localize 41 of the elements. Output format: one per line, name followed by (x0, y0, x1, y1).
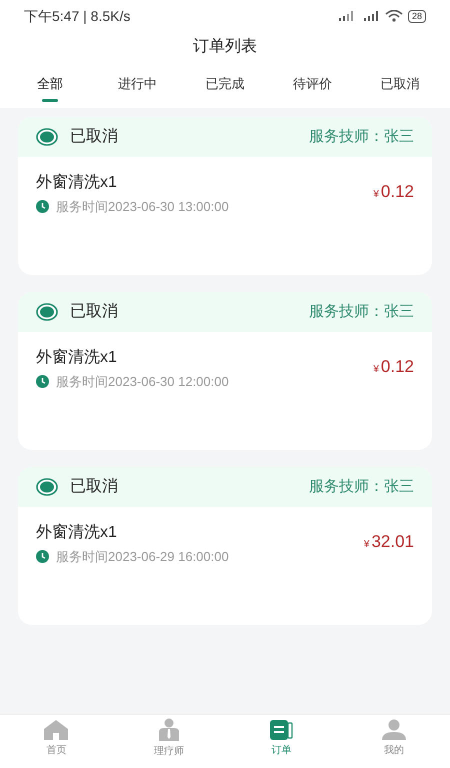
technician-name: 服务技师：张三 (309, 126, 414, 147)
technician-name: 服务技师：张三 (309, 476, 414, 497)
service-time: 服务时间2023-06-29 16:00:00 (56, 548, 229, 566)
service-time: 服务时间2023-06-30 13:00:00 (56, 198, 229, 216)
clock-icon (36, 550, 49, 564)
clock-icon (36, 200, 49, 214)
order-card[interactable]: 已取消 服务技师：张三 外窗清洗x1 服务时间2023-06-30 12:00:00 ¥0.12 (18, 292, 432, 450)
technician-name: 服务技师：张三 (309, 302, 414, 322)
service-item: 外窗清洗x1 (36, 172, 118, 193)
service-time: 服务时间2023-06-30 12:00:00 (56, 373, 229, 391)
order-card[interactable]: 已取消 服务技师：张三 外窗清洗x1 服务时间2023-06-29 16:00:00 ¥32.01 (18, 467, 432, 625)
status-dot-icon (36, 303, 58, 321)
tab[interactable]: 全部 (6, 62, 94, 108)
order-card[interactable]: 已取消 服务技师：张三 外窗清洗x1 服务时间2023-06-30 13:00:00 ¥0.12 (18, 117, 432, 275)
nav-tab[interactable]: 我的 (338, 715, 450, 768)
wifi-icon (384, 10, 403, 22)
tab[interactable]: 已完成 (181, 62, 269, 108)
clock-icon (36, 375, 49, 388)
service-item: 外窗清洗x1 (36, 348, 118, 368)
nav-tab[interactable]: 理疗师 (112, 715, 225, 768)
status-dot-icon (36, 478, 58, 496)
order-status: 已取消 (70, 302, 118, 322)
person-icon (158, 718, 180, 742)
order-status: 已取消 (70, 126, 118, 147)
order-price: ¥0.12 (373, 356, 414, 378)
status-dot-icon (36, 128, 58, 146)
service-item: 外窗清洗x1 (36, 522, 118, 543)
document-icon (269, 719, 294, 741)
status-time: 下午5:47 | 8.5K/s (24, 6, 130, 26)
page-title: 订单列表 (192, 36, 258, 57)
home-icon (43, 719, 70, 741)
order-status: 已取消 (70, 476, 118, 497)
tab[interactable]: 进行中 (94, 62, 182, 108)
tab[interactable]: 已取消 (356, 62, 444, 108)
order-price: ¥0.12 (373, 181, 414, 203)
nav-tab[interactable]: 订单 (225, 715, 338, 768)
tab[interactable]: 待评价 (268, 62, 356, 108)
battery-indicator: 28 (408, 10, 426, 22)
order-price: ¥32.01 (364, 531, 414, 553)
nav-tab[interactable]: 首页 (0, 715, 112, 768)
user-icon (380, 719, 407, 741)
